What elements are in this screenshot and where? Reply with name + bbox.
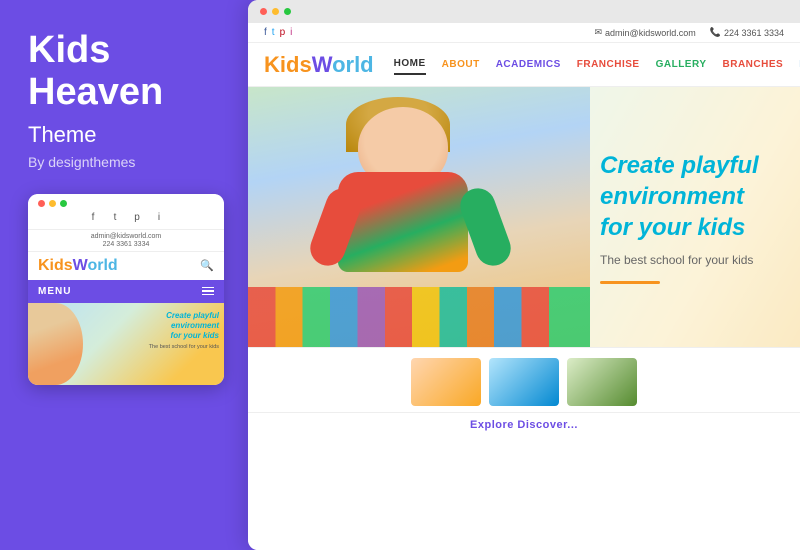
hero-image-area — [248, 87, 590, 347]
mobile-social-bar: f t p i — [28, 207, 224, 230]
logo-w-text: W — [73, 257, 88, 274]
thumbnail-1[interactable] — [411, 358, 481, 406]
child-body — [338, 172, 468, 272]
browser-panel: f t p i ✉ admin@kidsworld.com 📞 224 3361… — [248, 0, 800, 550]
site-email-contact: ✉ admin@kidsworld.com — [595, 27, 696, 38]
site-facebook-icon[interactable]: f — [264, 27, 267, 38]
nav-franchise[interactable]: FRANCHISE — [577, 55, 640, 74]
site-instagram-icon[interactable]: i — [290, 27, 292, 38]
mobile-preview: f t p i admin@kidsworld.com 224 3361 333… — [28, 194, 224, 385]
mobile-hero-child — [28, 303, 83, 385]
site-footer-strip: Explore Discover... — [248, 412, 800, 437]
logo-world-span: orld — [332, 52, 374, 77]
browser-chrome — [248, 0, 800, 23]
theme-subtitle: Theme — [28, 122, 220, 148]
envelope-icon: ✉ — [595, 27, 603, 38]
browser-body: f t p i ✉ admin@kidsworld.com 📞 224 3361… — [248, 23, 800, 550]
mobile-contact-bar: admin@kidsworld.com 224 3361 3334 — [28, 230, 224, 252]
mobile-menu-label: MENU — [38, 286, 71, 297]
instagram-icon: i — [152, 211, 166, 225]
browser-dot-yellow — [272, 8, 279, 15]
site-logo: KidsWorld — [264, 52, 374, 78]
site-pinterest-icon[interactable]: p — [280, 27, 286, 38]
hamburger-icon[interactable] — [202, 287, 214, 296]
theme-title: Kids Heaven — [28, 30, 220, 114]
site-top-bar: f t p i ✉ admin@kidsworld.com 📞 224 3361… — [248, 23, 800, 43]
site-social-icons: f t p i — [264, 27, 292, 38]
mobile-dot-green — [60, 200, 67, 207]
mobile-phone: 224 3361 3334 — [103, 241, 150, 248]
logo-kids-span: Kids — [264, 52, 312, 77]
hero-headline: Create playful environment for your kids — [600, 150, 780, 244]
left-panel: Kids Heaven Theme By designthemes f t p … — [0, 0, 248, 550]
site-twitter-icon[interactable]: t — [272, 27, 275, 38]
twitter-icon: t — [108, 211, 122, 225]
mobile-hero-text: Create playfulenvironmentfor your kids T… — [149, 311, 219, 350]
browser-dot-red — [260, 8, 267, 15]
site-email-text: admin@kidsworld.com — [605, 28, 696, 38]
mobile-hero-headline: Create playfulenvironmentfor your kids — [149, 311, 219, 342]
site-phone-contact: 📞 224 3361 3334 — [710, 27, 784, 38]
nav-home[interactable]: HOME — [394, 54, 426, 75]
thumbnail-3[interactable] — [567, 358, 637, 406]
mobile-dot-red — [38, 200, 45, 207]
mobile-dot-yellow — [49, 200, 56, 207]
mobile-search-icon[interactable]: 🔍 — [200, 259, 214, 272]
site-phone-text: 224 3361 3334 — [724, 28, 784, 38]
logo-world-text: orld — [87, 257, 117, 274]
thumbnail-2[interactable] — [489, 358, 559, 406]
mobile-logo: KidsWorld — [38, 257, 118, 275]
nav-gallery[interactable]: GALLERY — [656, 55, 707, 74]
hero-subtext: The best school for your kids — [600, 253, 780, 267]
facebook-icon: f — [86, 211, 100, 225]
hero-blocks — [248, 287, 590, 347]
site-hero: Create playful environment for your kids… — [248, 87, 800, 347]
mobile-hero-image: Create playfulenvironmentfor your kids T… — [28, 303, 224, 385]
theme-by: By designthemes — [28, 154, 220, 170]
mobile-menu-bar[interactable]: MENU — [28, 280, 224, 303]
nav-academics[interactable]: ACADEMICS — [496, 55, 561, 74]
hero-underline — [600, 281, 660, 284]
mobile-logo-row: KidsWorld 🔍 — [28, 252, 224, 280]
browser-dot-green — [284, 8, 291, 15]
site-nav: KidsWorld HOME ABOUT ACADEMICS FRANCHISE… — [248, 43, 800, 87]
logo-kids-text: Kids — [38, 257, 73, 274]
phone-icon: 📞 — [710, 27, 721, 38]
thumbnails-row — [248, 347, 800, 412]
nav-about[interactable]: ABOUT — [442, 55, 480, 74]
hero-background: Create playful environment for your kids… — [248, 87, 800, 347]
logo-w-span: W — [312, 52, 332, 77]
pinterest-icon: p — [130, 211, 144, 225]
mobile-email: admin@kidsworld.com — [91, 233, 162, 240]
nav-items: HOME ABOUT ACADEMICS FRANCHISE GALLERY B… — [394, 54, 800, 75]
hero-text-panel: Create playful environment for your kids… — [590, 87, 800, 347]
nav-branches[interactable]: BRANCHES — [723, 55, 784, 74]
mobile-hero-subtext: The best school for your kids — [149, 344, 219, 350]
mobile-window-chrome — [28, 194, 224, 207]
mobile-hero: Create playfulenvironmentfor your kids T… — [28, 303, 224, 385]
